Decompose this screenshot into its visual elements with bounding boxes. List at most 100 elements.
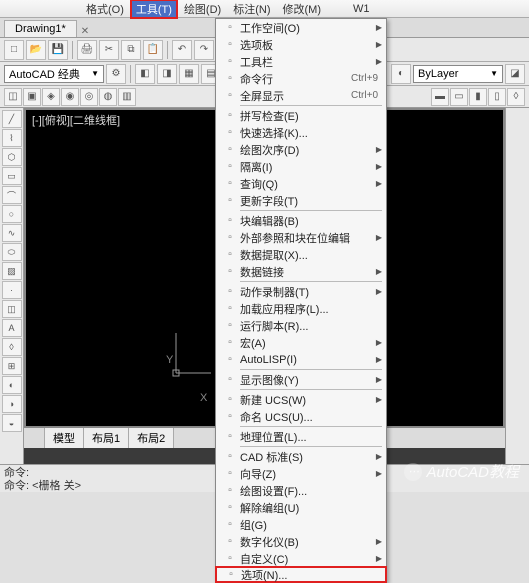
pline-icon[interactable]: ⌇ [2,129,22,147]
open-icon[interactable]: 📂 [26,40,46,60]
tool-icon[interactable]: ◫ [4,88,22,106]
menu-item[interactable]: ▫全屏显示Ctrl+0 [216,87,386,104]
new-icon[interactable]: □ [4,40,24,60]
polygon-icon[interactable]: ⬡ [2,148,22,166]
tool-icon[interactable]: ▬ [431,88,449,106]
menu-item[interactable]: ▫CAD 标准(S)▶ [216,448,386,465]
menu-item[interactable]: ▫地理位置(L)... [216,428,386,445]
tool-icon[interactable]: ▣ [23,88,41,106]
menu-item[interactable]: ▫选项(N)... [215,566,387,583]
tool-icon[interactable]: ▮ [469,88,487,106]
menu-item[interactable]: ▫拼写检查(E) [216,107,386,124]
tool-icon[interactable]: ◨ [157,64,177,84]
ucs-icon: Y X [176,343,216,386]
menu-draw[interactable]: 绘图(D) [178,0,227,19]
menu-item-label: 运行脚本(R)... [240,318,382,334]
ellipse-icon[interactable]: ⬭ [2,243,22,261]
point-icon[interactable]: · [2,281,22,299]
menu-format[interactable]: 格式(O) [80,0,130,19]
tool-icon[interactable]: ◍ [99,88,117,106]
menu-item[interactable]: ▫数据提取(X)... [216,246,386,263]
menu-item[interactable]: ▫外部参照和块在位编辑▶ [216,229,386,246]
tool-icon[interactable]: ▯ [488,88,506,106]
tool-icon[interactable]: ◎ [80,88,98,106]
menu-item-label: 选项(N)... [241,567,381,583]
menu-w1[interactable]: W1 [347,1,376,17]
menu-item[interactable]: ▫AutoLISP(I)▶ [216,351,386,368]
spline-icon[interactable]: ∿ [2,224,22,242]
undo-icon[interactable]: ↶ [172,40,192,60]
tool-icon[interactable]: ◑ [2,395,22,413]
line-icon[interactable]: ╱ [2,110,22,128]
region-icon[interactable]: ◊ [2,338,22,356]
tool-icon[interactable]: ◈ [42,88,60,106]
table-icon[interactable]: ⊞ [2,357,22,375]
menu-dimension[interactable]: 标注(N) [227,0,276,19]
menu-item[interactable]: ▫绘图设置(F)... [216,482,386,499]
circle-icon[interactable]: ○ [2,205,22,223]
menu-item-icon: ▫ [220,144,240,155]
workspace-combo[interactable]: AutoCAD 经典▼ [4,65,104,83]
tab-layout1[interactable]: 布局1 [83,427,129,449]
submenu-arrow-icon: ▶ [376,162,382,171]
arc-icon[interactable]: ⌒ [2,186,22,204]
tool-icon[interactable]: ◊ [507,88,525,106]
layer-icon[interactable]: ◐ [391,64,411,84]
cut-icon[interactable]: ✂ [99,40,119,60]
menu-item[interactable]: ▫数据链接▶ [216,263,386,280]
submenu-arrow-icon: ▶ [376,233,382,242]
print-icon[interactable]: 🖨 [77,40,97,60]
file-tab[interactable]: Drawing1* [4,20,77,37]
paste-icon[interactable]: 📋 [143,40,163,60]
redo-icon[interactable]: ↷ [194,40,214,60]
menu-item-label: 数据链接 [240,264,376,280]
menu-item[interactable]: ▫宏(A)▶ [216,334,386,351]
menu-item[interactable]: ▫查询(Q)▶ [216,175,386,192]
menu-item-label: 宏(A) [240,335,376,351]
tool-icon[interactable]: ◧ [135,64,155,84]
menu-item[interactable]: ▫隔离(I)▶ [216,158,386,175]
tool-icon[interactable]: ▥ [118,88,136,106]
menu-item[interactable]: ▫组(G) [216,516,386,533]
menu-item[interactable]: ▫运行脚本(R)... [216,317,386,334]
block-icon[interactable]: ◫ [2,300,22,318]
rect-icon[interactable]: ▭ [2,167,22,185]
tab-close-icon[interactable]: ✕ [81,26,89,37]
menu-item[interactable]: ▫更新字段(T) [216,192,386,209]
menu-item[interactable]: ▫动作录制器(T)▶ [216,283,386,300]
menu-item[interactable]: ▫显示图像(Y)▶ [216,371,386,388]
menu-item[interactable]: ▫绘图次序(D)▶ [216,141,386,158]
menu-item[interactable]: ▫选项板▶ [216,36,386,53]
menu-item[interactable]: ▫向导(Z)▶ [216,465,386,482]
menu-modify[interactable]: 修改(M) [277,0,328,19]
bylayer-combo[interactable]: ByLayer▼ [413,65,503,83]
save-icon[interactable]: 💾 [48,40,68,60]
tool-icon[interactable]: ◒ [2,414,22,432]
gear-icon[interactable]: ⚙ [106,64,126,84]
menu-item[interactable]: ▫块编辑器(B) [216,212,386,229]
menu-item[interactable]: ▫工具栏▶ [216,53,386,70]
tool-icon[interactable]: ▭ [450,88,468,106]
menu-item[interactable]: ▫工作空间(O)▶ [216,19,386,36]
menu-item[interactable]: ▫快速选择(K)... [216,124,386,141]
menu-item[interactable]: ▫新建 UCS(W)▶ [216,391,386,408]
tab-model[interactable]: 模型 [44,427,84,449]
menu-item[interactable]: ▫解除编组(U) [216,499,386,516]
menu-item[interactable]: ▫命令行Ctrl+9 [216,70,386,87]
tool-icon[interactable]: ◐ [2,376,22,394]
wechat-icon: ⋯ [404,463,422,481]
color-icon[interactable]: ◪ [505,64,525,84]
text-icon[interactable]: A [2,319,22,337]
tool-icon[interactable]: ◉ [61,88,79,106]
menu-item-icon: ▫ [220,249,240,260]
viewport-label: [-][俯视][二维线框] [32,112,120,128]
tool-icon[interactable]: ▦ [179,64,199,84]
copy-icon[interactable]: ⧉ [121,40,141,60]
menu-tools[interactable]: 工具(T) [130,0,178,19]
hatch-icon[interactable]: ▨ [2,262,22,280]
tab-layout2[interactable]: 布局2 [128,427,174,449]
menu-item[interactable]: ▫自定义(C)▶ [216,550,386,567]
menu-item[interactable]: ▫命名 UCS(U)... [216,408,386,425]
menu-item[interactable]: ▫加载应用程序(L)... [216,300,386,317]
menu-item[interactable]: ▫数字化仪(B)▶ [216,533,386,550]
